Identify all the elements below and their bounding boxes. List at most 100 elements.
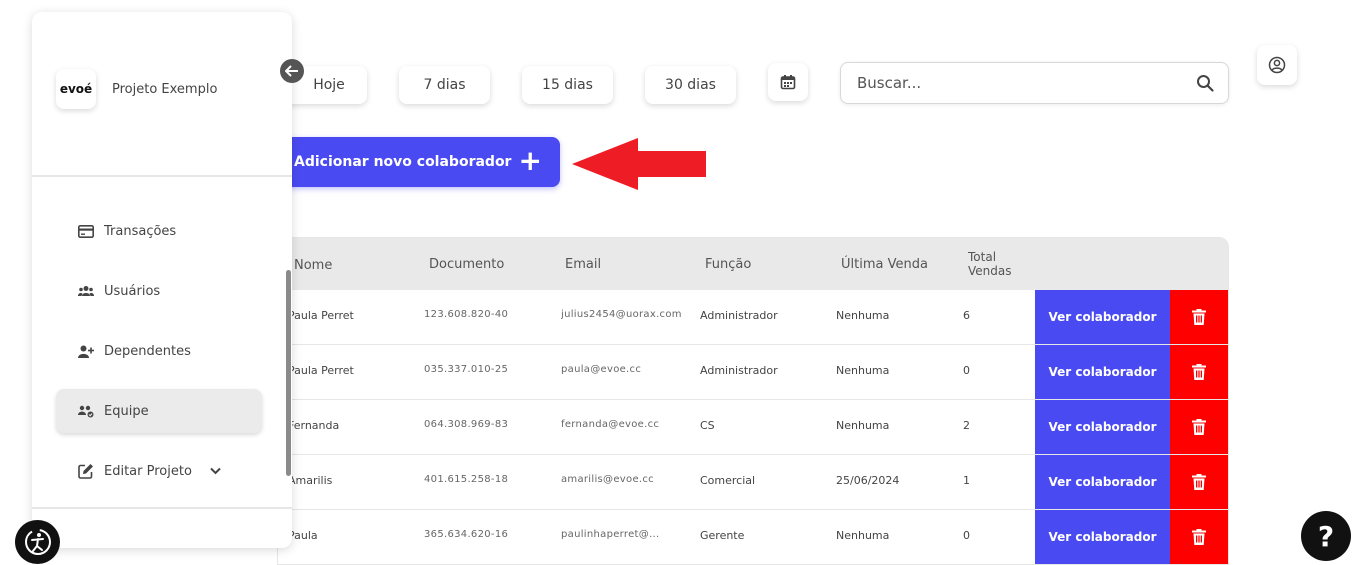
sidebar-item-label: Editar Projeto xyxy=(104,463,192,479)
header-total-line1: Total xyxy=(968,250,997,264)
trash-icon xyxy=(1192,474,1206,490)
collaborators-table: Nome Documento Email Função Última Venda… xyxy=(277,237,1229,565)
header-email: Email xyxy=(565,257,602,272)
view-collaborator-button[interactable]: Ver colaborador xyxy=(1035,400,1170,454)
filter-15-days-label: 15 dias xyxy=(542,77,593,93)
view-collaborator-button[interactable]: Ver colaborador xyxy=(1035,455,1170,509)
filter-7-days-button[interactable]: 7 dias xyxy=(399,66,490,104)
view-collaborator-button[interactable]: Ver colaborador xyxy=(1035,290,1170,344)
view-collaborator-button[interactable]: Ver colaborador xyxy=(1035,510,1170,564)
users-icon xyxy=(78,286,94,296)
add-collaborator-button[interactable]: Adicionar novo colaborador + xyxy=(280,137,560,187)
cell-ultima-venda: Nenhuma xyxy=(836,419,890,432)
search-icon[interactable] xyxy=(1196,74,1214,92)
header-total-vendas: Total Vendas xyxy=(968,250,1012,278)
sidebar-item-label: Dependentes xyxy=(104,343,191,359)
filter-7-days-label: 7 dias xyxy=(423,77,466,93)
chevron-down-icon xyxy=(210,467,221,475)
delete-button[interactable] xyxy=(1170,510,1228,564)
table-row: Fernanda 064.308.969-83 fernanda@evoe.cc… xyxy=(278,400,1228,455)
cell-email: paulinhaperret@... xyxy=(561,529,660,540)
sidebar-item-label: Transações xyxy=(104,223,177,239)
cell-email: julius2454@uorax.com xyxy=(561,309,681,320)
cell-documento: 123.608.820-40 xyxy=(424,309,509,320)
delete-button[interactable] xyxy=(1170,345,1228,399)
header-funcao: Função xyxy=(705,257,752,272)
cell-nome: Fernanda xyxy=(288,419,340,432)
cell-documento: 365.634.620-16 xyxy=(424,529,509,540)
sidebar-item-editar-projeto[interactable]: Editar Projeto xyxy=(56,449,262,493)
cell-funcao: Administrador xyxy=(700,309,778,322)
trash-icon xyxy=(1192,364,1206,380)
collapse-sidebar-button[interactable] xyxy=(280,59,304,83)
project-name: Projeto Exemplo xyxy=(112,82,218,97)
cell-funcao: Comercial xyxy=(700,474,756,487)
header-total-line2: Vendas xyxy=(968,264,1012,278)
accessibility-button[interactable] xyxy=(15,520,60,564)
cell-nome: Amarilis xyxy=(288,474,333,487)
sidebar-divider xyxy=(32,175,292,177)
delete-button[interactable] xyxy=(1170,290,1228,344)
delete-button[interactable] xyxy=(1170,400,1228,454)
table-row: Paula Perret 035.337.010-25 paula@evoe.c… xyxy=(278,345,1228,400)
header-nome: Nome xyxy=(294,258,333,273)
trash-icon xyxy=(1192,309,1206,325)
cell-ultima-venda: Nenhuma xyxy=(836,309,890,322)
cell-total: 1 xyxy=(963,474,970,487)
cell-total: 0 xyxy=(963,529,970,542)
sidebar-divider xyxy=(32,507,292,509)
sidebar-scrollbar[interactable] xyxy=(286,270,291,476)
edit-icon xyxy=(78,464,93,479)
plus-icon: + xyxy=(518,144,542,177)
view-collaborator-button[interactable]: Ver colaborador xyxy=(1035,345,1170,399)
sidebar-item-label: Equipe xyxy=(104,403,149,419)
cell-email: paula@evoe.cc xyxy=(561,364,642,375)
accessibility-icon xyxy=(24,529,51,555)
filter-30-days-button[interactable]: 30 dias xyxy=(645,66,736,104)
table-row: Paula Perret 123.608.820-40 julius2454@u… xyxy=(278,290,1228,345)
search-input[interactable] xyxy=(857,74,1196,92)
calendar-button[interactable] xyxy=(768,63,808,101)
header-documento: Documento xyxy=(429,257,505,272)
sidebar-item-usuarios[interactable]: Usuários xyxy=(56,269,262,313)
table-row: Amarilis 401.615.258-18 amarilis@evoe.cc… xyxy=(278,455,1228,510)
project-logo: evoé xyxy=(56,69,96,109)
filter-today-label: Hoje xyxy=(313,77,345,93)
cell-ultima-venda: 25/06/2024 xyxy=(836,474,900,487)
cell-nome: Paula xyxy=(288,529,318,542)
sidebar: evoé Projeto Exemplo Transações Usuários… xyxy=(32,12,292,548)
filter-30-days-label: 30 dias xyxy=(665,77,716,93)
calendar-icon xyxy=(780,75,796,90)
sidebar-item-transacoes[interactable]: Transações xyxy=(56,209,262,253)
filter-15-days-button[interactable]: 15 dias xyxy=(522,66,613,104)
delete-button[interactable] xyxy=(1170,455,1228,509)
cell-documento: 064.308.969-83 xyxy=(424,419,509,430)
sidebar-item-label: Usuários xyxy=(104,283,161,299)
trash-icon xyxy=(1192,529,1206,545)
cell-total: 0 xyxy=(963,364,970,377)
table-header: Nome Documento Email Função Última Venda… xyxy=(278,238,1228,290)
user-plus-icon xyxy=(78,345,94,358)
sidebar-item-dependentes[interactable]: Dependentes xyxy=(56,329,262,373)
cell-nome: Paula Perret xyxy=(288,309,354,322)
credit-card-icon xyxy=(78,224,94,238)
search-box xyxy=(840,62,1229,104)
cell-email: fernanda@evoe.cc xyxy=(561,419,660,430)
cell-documento: 035.337.010-25 xyxy=(424,364,509,375)
arrow-left-icon xyxy=(285,65,298,77)
user-profile-button[interactable] xyxy=(1257,45,1297,85)
user-circle-icon xyxy=(1268,56,1286,74)
cell-nome: Paula Perret xyxy=(288,364,354,377)
cell-ultima-venda: Nenhuma xyxy=(836,529,890,542)
cell-email: amarilis@evoe.cc xyxy=(561,474,654,485)
annotation-arrow-left-icon xyxy=(572,138,706,190)
table-row: Paula 365.634.620-16 paulinhaperret@... … xyxy=(278,510,1228,564)
cell-total: 6 xyxy=(963,309,970,322)
cell-funcao: Gerente xyxy=(700,529,745,542)
cell-documento: 401.615.258-18 xyxy=(424,474,509,485)
trash-icon xyxy=(1192,419,1206,435)
cell-total: 2 xyxy=(963,419,970,432)
team-icon xyxy=(78,405,94,417)
sidebar-item-equipe[interactable]: Equipe xyxy=(56,389,262,433)
help-button[interactable]: ? xyxy=(1301,511,1351,561)
